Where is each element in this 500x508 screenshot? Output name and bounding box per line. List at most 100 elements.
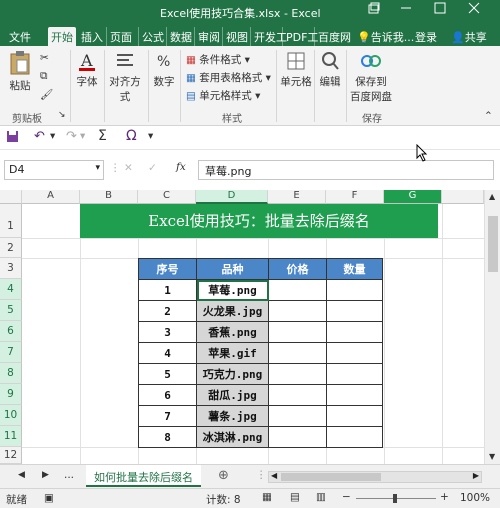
dialog-launcher-icon[interactable]: ↘ [58,110,66,120]
insert-function-icon[interactable]: fx [176,161,186,173]
redo-icon[interactable]: ↷ [66,129,77,144]
cell-no[interactable]: 5 [138,363,197,385]
tab-page-layout[interactable]: 页面 [106,27,135,46]
tab-file[interactable]: 文件 [6,27,34,46]
cells-button[interactable]: 单元格 [280,50,312,89]
column-header[interactable]: C [138,190,196,204]
zoom-slider-thumb[interactable] [393,494,397,503]
row-header[interactable]: 3 [0,258,22,279]
cell-no[interactable]: 1 [138,279,197,301]
cell-name[interactable]: 冰淇淋.png [196,426,269,448]
undo-dropdown-icon[interactable]: ▾ [50,130,55,142]
editing-button[interactable]: 编辑 [318,50,342,89]
cell-qty[interactable] [326,384,383,406]
cell-price[interactable] [268,363,327,385]
tab-insert[interactable]: 插入 [78,27,106,46]
worksheet-grid[interactable]: A B C D E F G 1 2 3 4 5 6 7 8 9 10 11 12… [0,190,500,464]
scroll-right-icon[interactable]: ▶ [473,471,479,480]
column-header[interactable]: F [326,190,384,204]
cell-price[interactable] [268,426,327,448]
horizontal-scroll-thumb[interactable] [281,473,381,481]
tab-formulas[interactable]: 公式 [138,27,167,46]
cell-no[interactable]: 7 [138,405,197,427]
paste-button[interactable]: 粘贴 [6,50,34,93]
add-sheet-icon[interactable]: ⊕ [218,468,229,483]
horizontal-scrollbar[interactable]: ◀ ▶ [268,471,482,483]
cell-qty[interactable] [326,300,383,322]
collapse-ribbon-icon[interactable]: ⌃ [484,110,493,122]
scroll-up-icon[interactable]: ▲ [489,192,495,201]
cell-style-button[interactable]: ▤ 单元格样式 ▾ [186,88,260,103]
column-header[interactable]: B [80,190,138,204]
restore-icon[interactable] [360,2,388,20]
cell-qty[interactable] [326,426,383,448]
scroll-down-icon[interactable]: ▼ [489,452,495,461]
header-cell[interactable]: 价格 [268,258,327,280]
row-header[interactable]: 1 [0,204,22,238]
zoom-level[interactable]: 100% [460,492,490,504]
row-header[interactable]: 9 [0,384,22,405]
header-cell[interactable]: 品种 [196,258,269,280]
font-button[interactable]: A 字体 [74,50,100,89]
row-header[interactable]: 4 [0,279,22,300]
column-header[interactable]: D [196,190,268,204]
row-header[interactable]: 5 [0,300,22,321]
save-icon[interactable] [6,130,19,146]
row-header[interactable]: 2 [0,238,22,258]
zoom-out-icon[interactable]: − [342,491,351,503]
cell-qty[interactable] [326,279,383,301]
cell-qty[interactable] [326,405,383,427]
cell-no[interactable]: 2 [138,300,197,322]
scroll-thumb[interactable] [488,216,498,272]
sheet-more-button[interactable]: ... [64,469,74,481]
cell-qty[interactable] [326,363,383,385]
name-box[interactable]: D4 ▾ [4,160,104,180]
login-link[interactable]: 登录 [412,27,440,46]
cell-qty[interactable] [326,342,383,364]
tab-data[interactable]: 数据 [166,27,195,46]
share-button[interactable]: 👤共享 [448,27,490,46]
cell-price[interactable] [268,405,327,427]
row-header[interactable]: 8 [0,363,22,384]
redo-dropdown-icon[interactable]: ▾ [80,130,85,142]
cut-icon[interactable]: ✂ [40,52,49,64]
symbol-icon[interactable]: Ω [126,128,137,144]
cell-qty[interactable] [326,321,383,343]
cell-price[interactable] [268,384,327,406]
tab-view[interactable]: 视图 [222,27,251,46]
cell-no[interactable]: 8 [138,426,197,448]
cell-no[interactable]: 6 [138,384,197,406]
zoom-in-icon[interactable]: + [440,491,449,503]
cell-no[interactable]: 3 [138,321,197,343]
tab-home[interactable]: 开始 [48,27,76,46]
enter-icon[interactable]: ✓ [148,162,157,174]
cancel-icon[interactable]: ✕ [124,162,133,174]
close-icon[interactable] [460,2,488,20]
row-header[interactable]: 7 [0,342,22,363]
copy-icon[interactable]: ⧉ [40,70,48,83]
sheet-next-icon[interactable]: ▶ [42,470,49,480]
page-layout-view-icon[interactable]: ▤ [290,491,300,503]
scroll-left-icon[interactable]: ◀ [271,471,277,480]
name-box-dropdown-icon[interactable]: ▾ [95,163,100,173]
cell-price[interactable] [268,342,327,364]
formula-input[interactable]: 草莓.png [198,160,494,180]
header-cell[interactable]: 数量 [326,258,383,280]
cell-name[interactable]: 苹果.gif [196,342,269,364]
sheet-tab-active[interactable]: 如何批量去除后缀名 [86,465,201,487]
conditional-format-button[interactable]: ▦ 条件格式 ▾ [186,52,250,67]
autosum-icon[interactable]: Σ [98,128,107,144]
number-button[interactable]: % 数字 [152,50,176,89]
cell-name-active[interactable]: 草莓.png [196,279,269,301]
maximize-icon[interactable] [426,2,454,20]
cell-name[interactable]: 甜瓜.jpg [196,384,269,406]
cell-price[interactable] [268,279,327,301]
save-to-baidu-button[interactable]: 保存到 百度网盘 [350,50,392,104]
cell-name[interactable]: 火龙果.jpg [196,300,269,322]
row-header[interactable]: 6 [0,321,22,342]
cell-no[interactable]: 4 [138,342,197,364]
cell-name[interactable]: 巧克力.png [196,363,269,385]
cell-price[interactable] [268,321,327,343]
table-format-button[interactable]: ▦ 套用表格格式 ▾ [186,70,271,85]
format-painter-icon[interactable]: 🖌 [40,88,53,101]
